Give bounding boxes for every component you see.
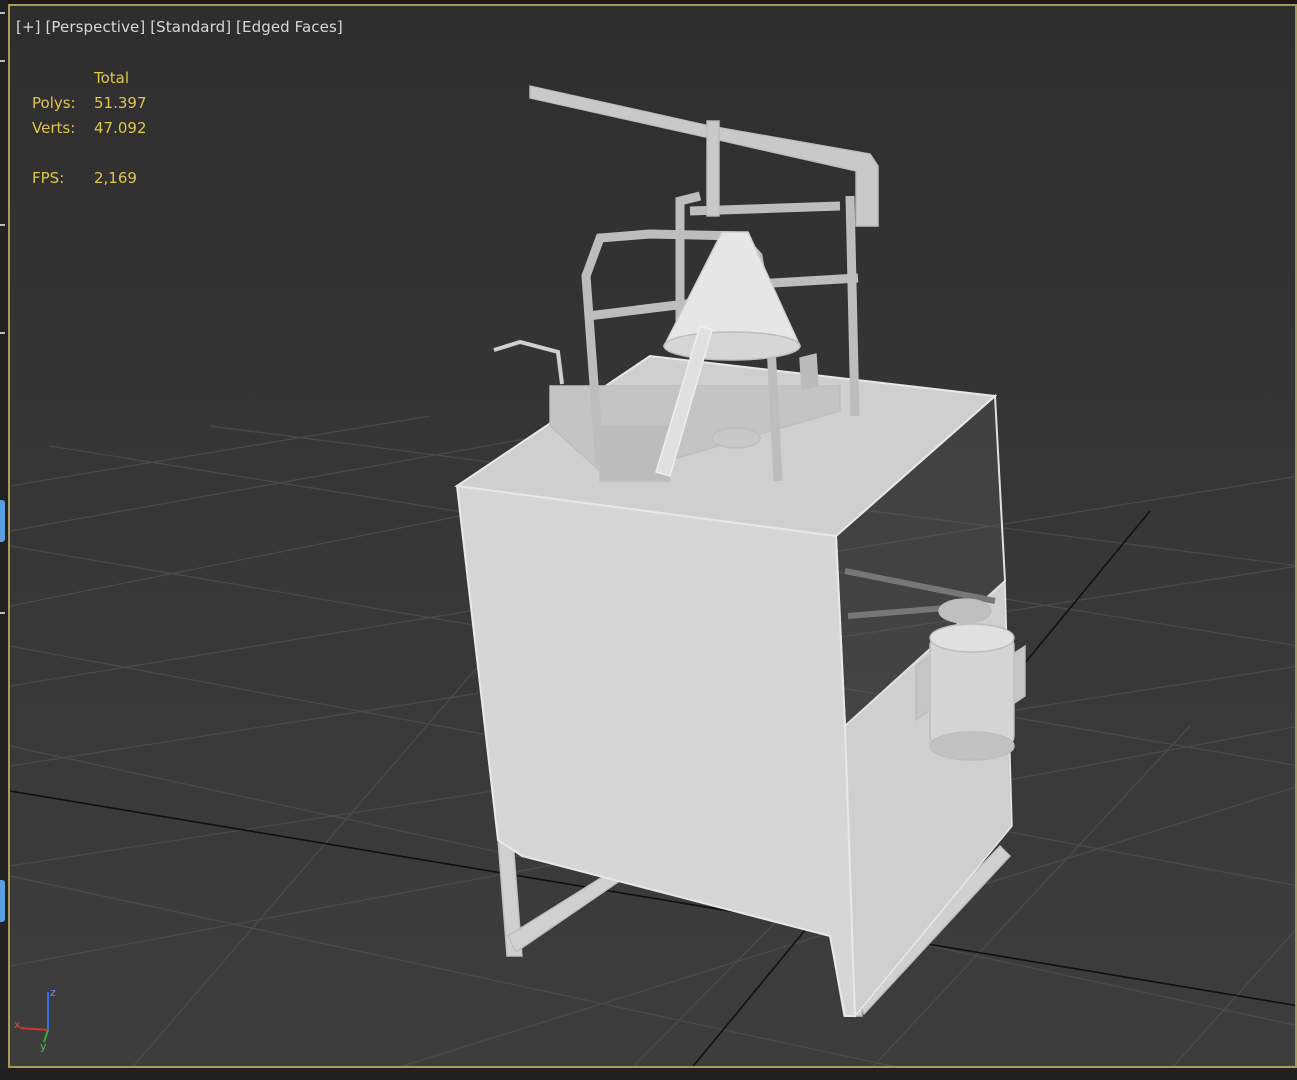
fps-label: FPS: — [32, 169, 65, 187]
polys-label: Polys: — [32, 94, 76, 112]
crank-handle — [493, 339, 564, 385]
y-axis-label: y — [40, 1040, 47, 1052]
axis-tripod: z x y — [14, 986, 56, 1052]
scene-canvas[interactable] — [10, 6, 1297, 1068]
polys-value: 51.397 — [94, 94, 147, 112]
funnel-rim — [663, 331, 801, 361]
strip-tick — [0, 612, 5, 614]
panel-toggle-tab[interactable] — [0, 500, 5, 542]
x-axis-label: x — [14, 1018, 21, 1031]
machine-model[interactable] — [454, 85, 1026, 1018]
viewport-menu-display-mode[interactable]: [Edged Faces] — [236, 18, 343, 36]
verts-label: Verts: — [32, 119, 76, 137]
x-axis-line — [19, 1027, 49, 1031]
strip-tick — [0, 60, 5, 62]
left-panel-strip — [0, 0, 8, 1080]
stats-header: Total — [94, 69, 130, 87]
spindle-disc — [711, 427, 761, 449]
strip-tick — [0, 224, 5, 226]
bottom-strip — [0, 1068, 1297, 1080]
viewport-label-menu: [+] [Perspective] [Standard] [Edged Face… — [16, 18, 343, 36]
viewport-menu-point-of-view[interactable]: [Perspective] — [45, 18, 145, 36]
fps-value: 2,169 — [94, 169, 137, 187]
strip-tick — [0, 12, 5, 14]
strip-tick — [0, 332, 5, 334]
verts-value: 47.092 — [94, 119, 147, 137]
viewport-menu-shading[interactable]: [Standard] — [150, 18, 231, 36]
viewport-menu-plus[interactable]: [+] — [16, 18, 41, 36]
bracket — [799, 353, 819, 391]
panel-toggle-tab[interactable] — [0, 880, 5, 922]
z-axis-label: z — [50, 986, 56, 999]
perspective-viewport[interactable]: [+] [Perspective] [Standard] [Edged Face… — [8, 4, 1297, 1068]
